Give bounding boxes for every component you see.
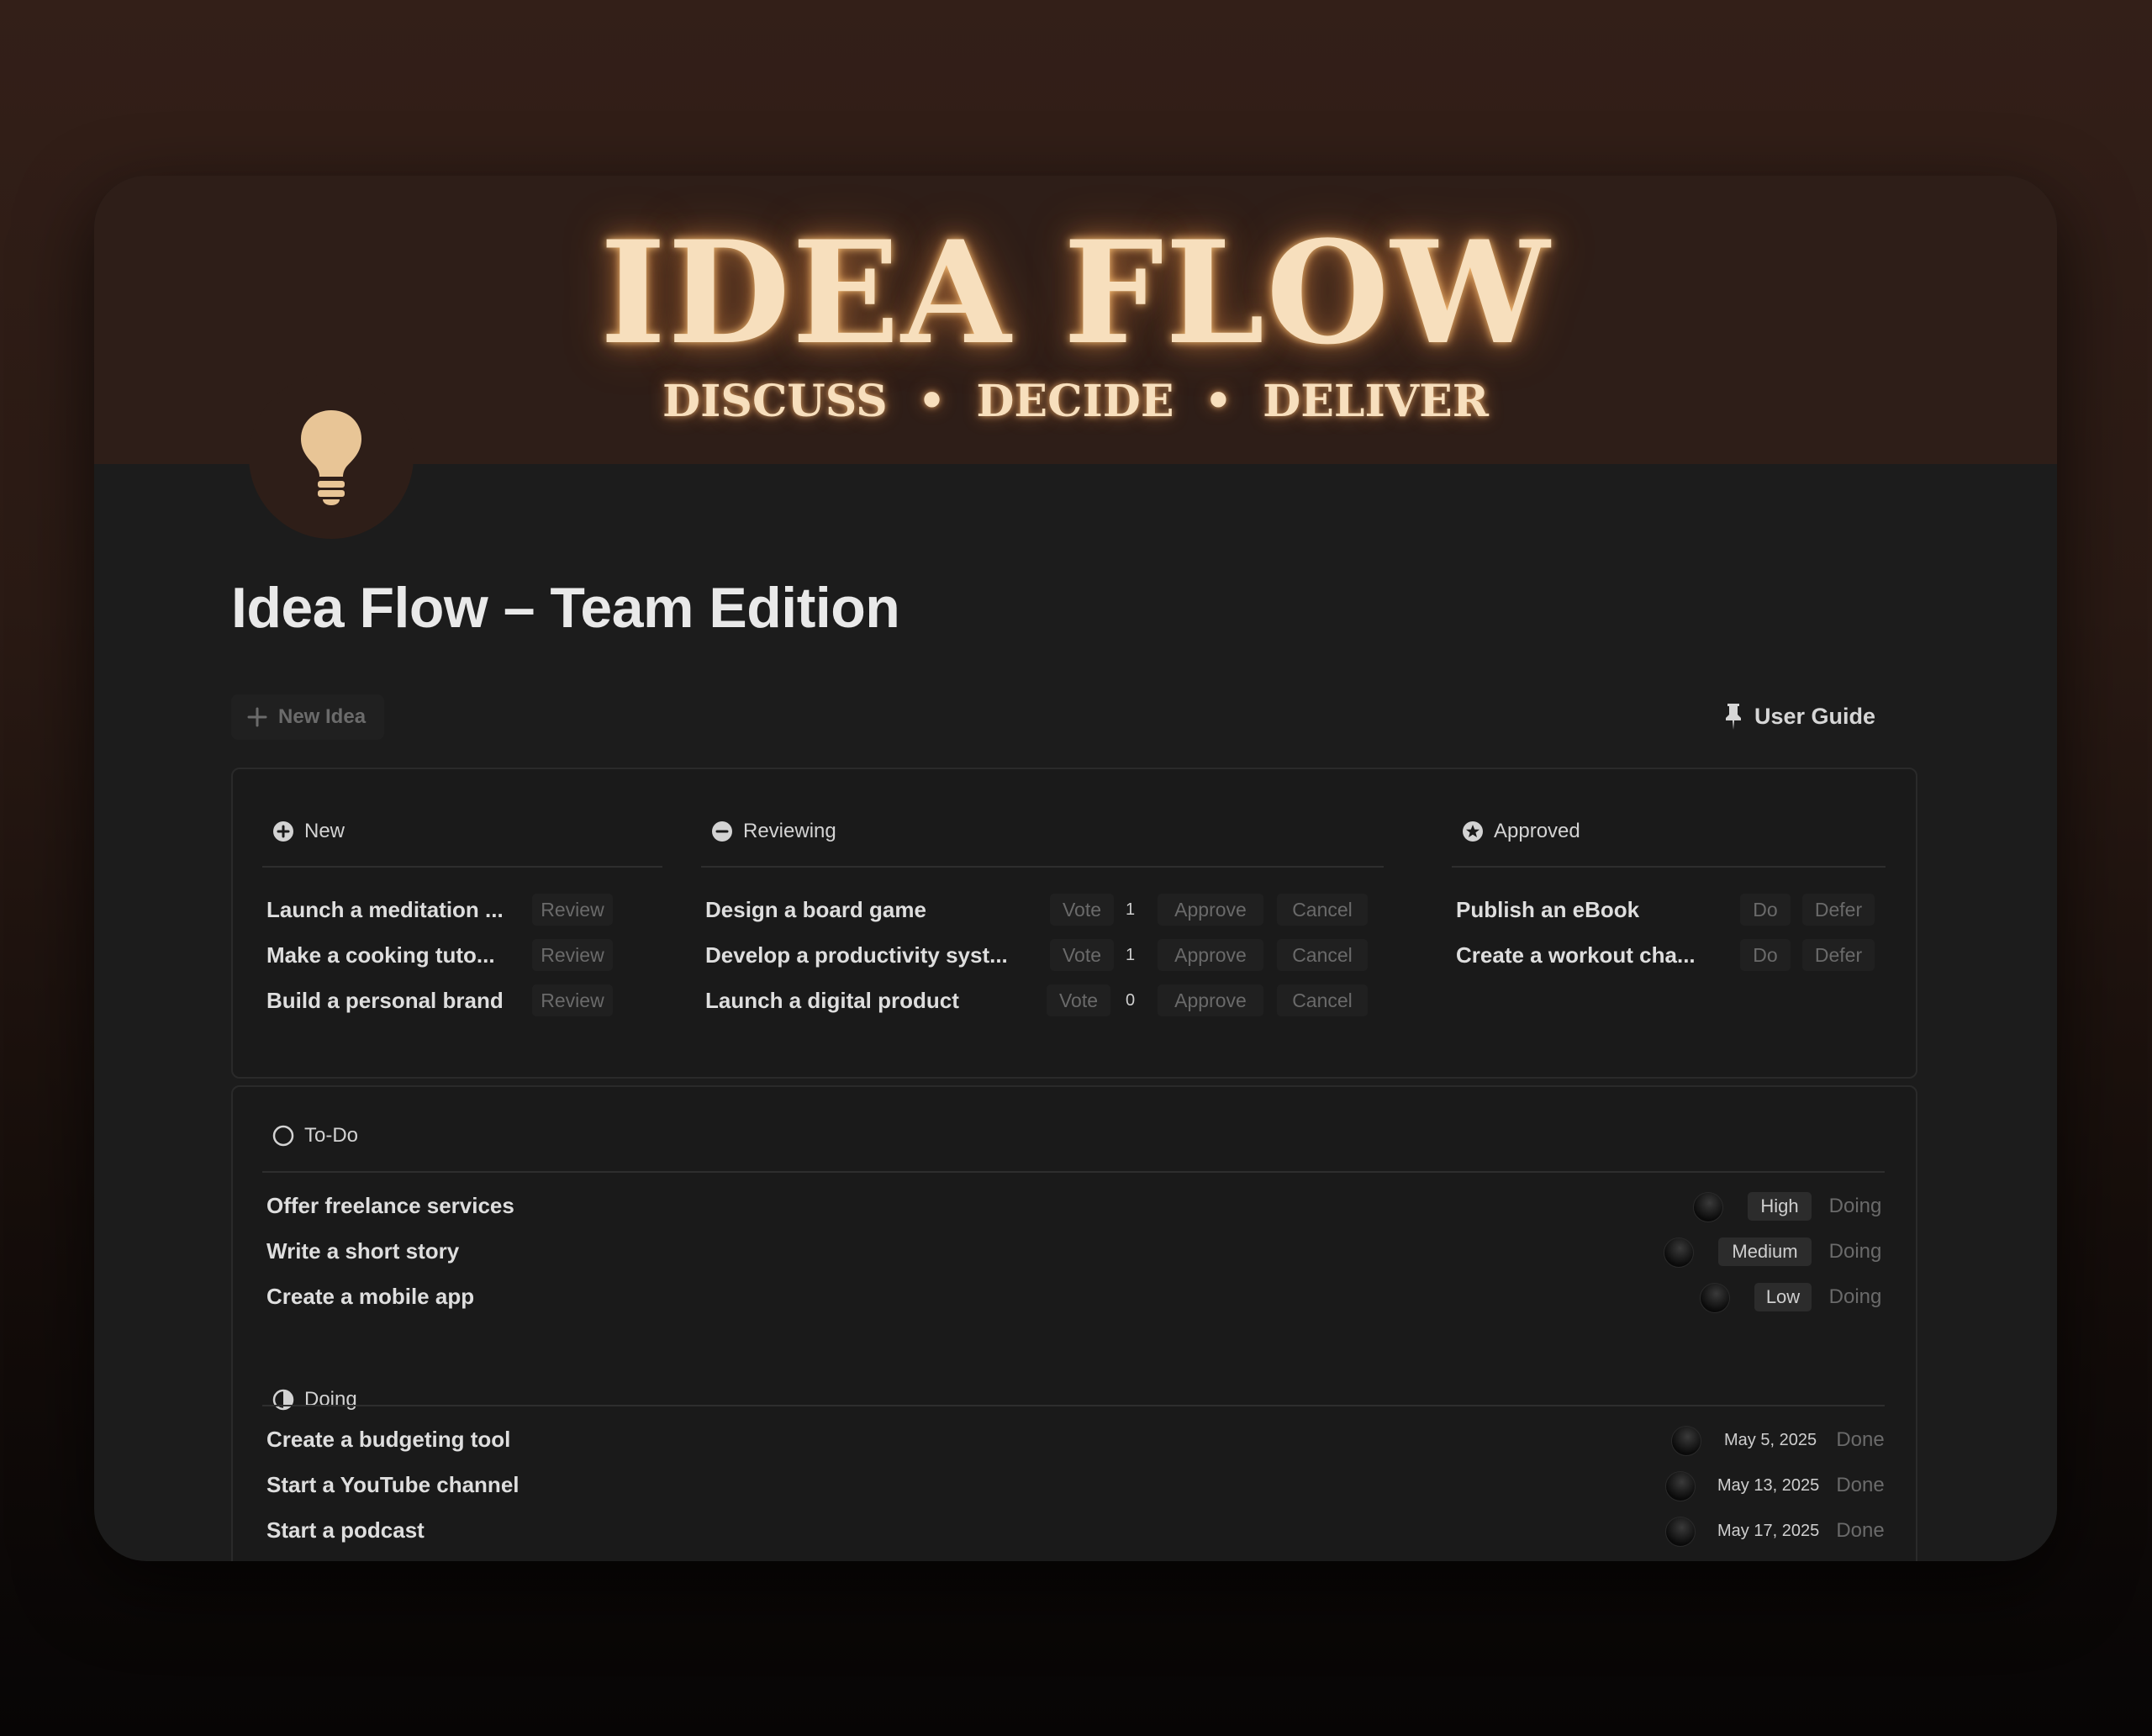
- due-date: May 13, 2025: [1717, 1475, 1820, 1495]
- review-button[interactable]: Review: [532, 939, 613, 971]
- item-title: Offer freelance services: [266, 1192, 514, 1218]
- vote-button[interactable]: Vote: [1047, 984, 1110, 1016]
- star-circle-icon: [1463, 821, 1483, 842]
- vote-count: 1: [1126, 900, 1136, 919]
- lightbulb-icon: [301, 410, 361, 505]
- item-title: Develop a productivity syst...: [705, 942, 1008, 968]
- vote-button[interactable]: Vote: [1050, 939, 1114, 971]
- priority-badge[interactable]: High: [1748, 1192, 1812, 1221]
- app-card: IDEA FLOW DISCUSS • DECIDE • DELIVER Ide…: [94, 176, 2057, 1561]
- cancel-button[interactable]: Cancel: [1277, 939, 1368, 971]
- review-button[interactable]: Review: [532, 984, 613, 1016]
- vote-button[interactable]: Vote: [1050, 894, 1114, 926]
- idea-board: New Launch a meditation ... Review Make …: [231, 768, 1917, 1079]
- banner-title: IDEA FLOW: [599, 209, 1552, 376]
- avatar[interactable]: [1700, 1283, 1730, 1313]
- group-header-reviewing[interactable]: Reviewing: [711, 820, 836, 843]
- item-title: Make a cooking tuto...: [266, 942, 495, 968]
- done-button[interactable]: Done: [1830, 1471, 1891, 1500]
- item-title: Create a mobile app: [266, 1283, 475, 1309]
- list-item[interactable]: Launch a digital product Vote 0 Approve …: [705, 979, 1378, 1021]
- item-title: Start a YouTube channel: [266, 1471, 520, 1497]
- user-guide-link[interactable]: User Guide: [1724, 695, 1875, 737]
- done-button[interactable]: Done: [1830, 1517, 1891, 1545]
- list-item[interactable]: Offer freelance services High Doing: [266, 1185, 1881, 1227]
- list-item[interactable]: Develop a productivity syst... Vote 1 Ap…: [705, 934, 1378, 976]
- avatar[interactable]: [1665, 1471, 1696, 1501]
- divider: [262, 1171, 1885, 1173]
- list-item[interactable]: Publish an eBook Do Defer: [1456, 889, 1876, 931]
- avatar[interactable]: [1664, 1237, 1694, 1268]
- item-title: Publish an eBook: [1456, 896, 1640, 922]
- item-title: Launch a digital product: [705, 987, 959, 1013]
- list-item[interactable]: Make a cooking tuto... Review: [266, 934, 628, 976]
- user-guide-label: User Guide: [1754, 703, 1875, 729]
- approve-button[interactable]: Approve: [1158, 939, 1263, 971]
- list-item[interactable]: Design a board game Vote 1 Approve Cance…: [705, 889, 1378, 931]
- list-item[interactable]: Create a budgeting tool May 5, 2025 Done: [266, 1418, 1885, 1460]
- half-circle-icon: [272, 1389, 294, 1411]
- group-label-approved: Approved: [1494, 820, 1580, 842]
- avatar[interactable]: [1665, 1517, 1696, 1547]
- divider: [262, 866, 662, 868]
- page-title: Idea Flow – Team Edition: [231, 576, 900, 640]
- group-header-todo[interactable]: To-Do: [272, 1124, 358, 1148]
- priority-badge[interactable]: Low: [1754, 1283, 1812, 1311]
- list-item[interactable]: Create a mobile app Low Doing: [266, 1275, 1881, 1317]
- pushpin-icon: [1725, 704, 1741, 730]
- item-title: Launch a meditation ...: [266, 896, 504, 922]
- task-lists: To-Do Offer freelance services High Doin…: [231, 1085, 1917, 1561]
- list-item[interactable]: Write a short story Medium Doing: [266, 1230, 1881, 1272]
- minus-circle-icon: [712, 821, 732, 842]
- group-label-new: New: [304, 820, 345, 842]
- defer-button[interactable]: Defer: [1802, 894, 1875, 926]
- avatar[interactable]: [1671, 1426, 1701, 1456]
- priority-badge[interactable]: Medium: [1718, 1237, 1812, 1266]
- approve-button[interactable]: Approve: [1158, 984, 1263, 1016]
- done-button[interactable]: Done: [1830, 1426, 1891, 1454]
- item-title: Design a board game: [705, 896, 926, 922]
- item-title: Start a podcast: [266, 1517, 425, 1543]
- item-title: Write a short story: [266, 1237, 460, 1264]
- review-button[interactable]: Review: [532, 894, 613, 926]
- divider: [1452, 866, 1886, 868]
- item-title: Create a workout cha...: [1456, 942, 1696, 968]
- defer-button[interactable]: Defer: [1802, 939, 1875, 971]
- due-date: May 17, 2025: [1717, 1521, 1820, 1540]
- group-label-todo: To-Do: [304, 1124, 359, 1147]
- approve-button[interactable]: Approve: [1158, 894, 1263, 926]
- item-title: Build a personal brand: [266, 987, 504, 1013]
- divider: [262, 1405, 1885, 1406]
- group-header-doing[interactable]: Doing: [272, 1388, 357, 1411]
- plus-circle-icon: [273, 821, 293, 842]
- cancel-button[interactable]: Cancel: [1277, 984, 1368, 1016]
- avatar[interactable]: [1693, 1192, 1723, 1222]
- new-idea-button[interactable]: New Idea: [231, 694, 385, 740]
- cancel-button[interactable]: Cancel: [1277, 894, 1368, 926]
- due-date: May 5, 2025: [1724, 1430, 1817, 1449]
- list-item[interactable]: Create a workout cha... Do Defer: [1456, 934, 1876, 976]
- empty-circle-icon: [272, 1125, 294, 1147]
- group-label-doing: Doing: [304, 1388, 357, 1411]
- list-item[interactable]: Launch a meditation ... Review: [266, 889, 628, 931]
- plus-icon: [247, 707, 267, 727]
- divider: [701, 866, 1384, 868]
- vote-count: 0: [1126, 990, 1136, 1010]
- group-label-reviewing: Reviewing: [743, 820, 836, 842]
- list-item[interactable]: Build a personal brand Review: [266, 979, 628, 1021]
- vote-count: 1: [1126, 945, 1136, 964]
- status-button[interactable]: Doing: [1823, 1192, 1887, 1221]
- group-header-approved[interactable]: Approved: [1462, 820, 1580, 843]
- group-header-new[interactable]: New: [272, 820, 345, 843]
- do-button[interactable]: Do: [1740, 939, 1791, 971]
- do-button[interactable]: Do: [1740, 894, 1791, 926]
- item-title: Create a budgeting tool: [266, 1426, 511, 1452]
- list-item[interactable]: Start a podcast May 17, 2025 Done: [266, 1509, 1885, 1551]
- status-button[interactable]: Doing: [1823, 1237, 1887, 1266]
- page-icon[interactable]: [249, 374, 414, 539]
- list-item[interactable]: Start a YouTube channel May 13, 2025 Don…: [266, 1464, 1885, 1506]
- status-button[interactable]: Doing: [1823, 1283, 1887, 1311]
- new-idea-label: New Idea: [278, 705, 367, 728]
